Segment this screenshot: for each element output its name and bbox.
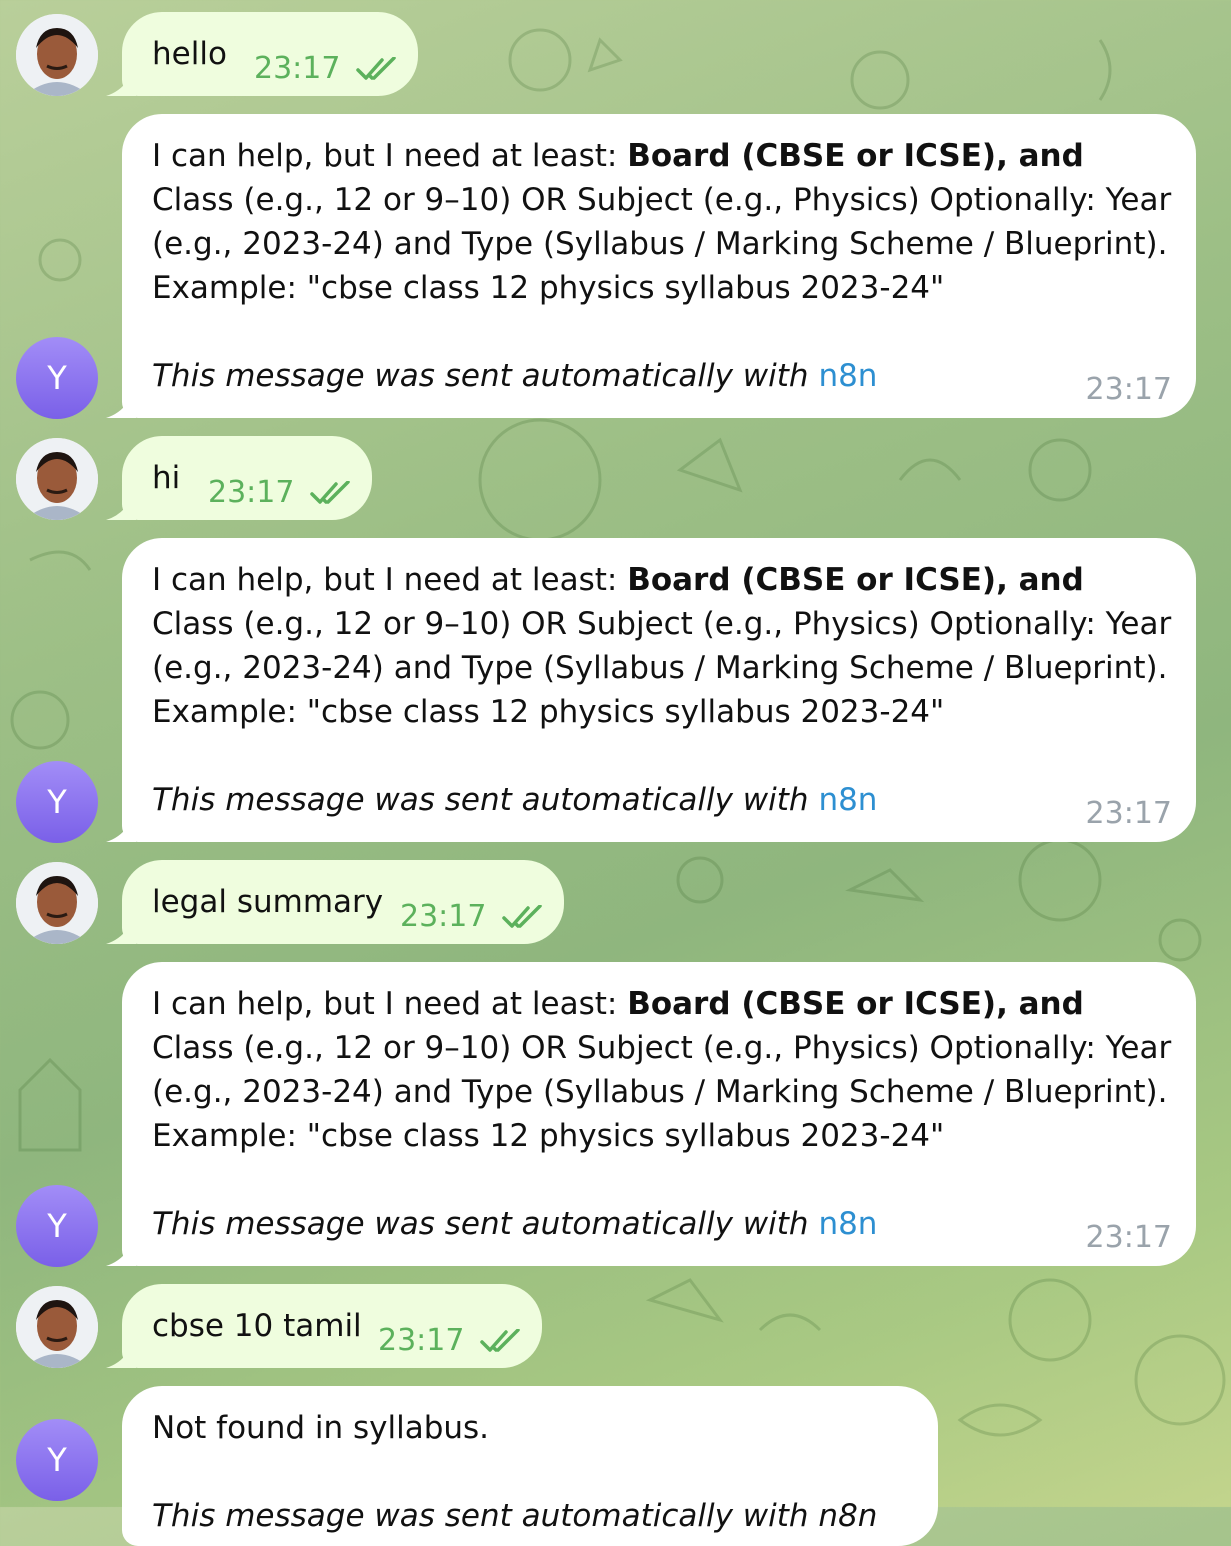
double-check-icon [480, 1329, 521, 1352]
message-time: 23:17 [1085, 1220, 1172, 1255]
auto-message-note: This message was sent automatically with… [152, 1498, 878, 1534]
bubble-tail [106, 1236, 136, 1266]
message-text: Not found in syllabus. [152, 1410, 490, 1446]
message-text: I can help, but I need at least: Board (… [152, 986, 1172, 1154]
message-bubble-outgoing[interactable]: legal summary 23:17 [122, 860, 564, 944]
message-bubble-incoming[interactable]: Not found in syllabus. This message was … [122, 1386, 938, 1546]
n8n-link[interactable]: n8n [818, 1206, 877, 1242]
bubble-tail [106, 388, 136, 418]
user-avatar[interactable] [16, 1286, 98, 1368]
bubble-tail [106, 1338, 136, 1368]
user-avatar[interactable] [16, 438, 98, 520]
message-time: 23:17 [1085, 796, 1172, 831]
auto-message-note: This message was sent automatically with… [152, 358, 878, 394]
user-avatar[interactable] [16, 862, 98, 944]
message-bubble-outgoing[interactable]: hi 23:17 [122, 436, 372, 520]
auto-message-note: This message was sent automatically with… [152, 782, 878, 818]
message-bubble-incoming[interactable]: I can help, but I need at least: Board (… [122, 114, 1196, 418]
message-time: 23:17 [378, 1323, 465, 1358]
user-avatar-photo [16, 438, 98, 520]
bubble-tail [106, 66, 136, 96]
n8n-link[interactable]: n8n [818, 358, 877, 394]
user-avatar[interactable] [16, 14, 98, 96]
auto-message-note: This message was sent automatically with… [152, 1206, 878, 1242]
bubble-tail [106, 914, 136, 944]
message-bubble-incoming[interactable]: I can help, but I need at least: Board (… [122, 962, 1196, 1266]
bot-avatar[interactable]: Y [16, 1419, 98, 1501]
message-time: 23:17 [208, 475, 295, 510]
message-text: cbse 10 tamil [152, 1308, 362, 1344]
message-text: I can help, but I need at least: Board (… [152, 138, 1172, 306]
message-time: 23:17 [400, 899, 487, 934]
user-avatar-photo [16, 1286, 98, 1368]
bubble-tail [106, 812, 136, 842]
bot-avatar[interactable]: Y [16, 337, 98, 419]
message-time: 23:17 [1085, 372, 1172, 407]
message-time: 23:17 [254, 51, 341, 86]
n8n-link[interactable]: n8n [818, 782, 877, 818]
user-avatar-photo [16, 14, 98, 96]
double-check-icon [356, 57, 397, 80]
bot-avatar[interactable]: Y [16, 761, 98, 843]
double-check-icon [502, 905, 543, 928]
user-avatar-photo [16, 862, 98, 944]
double-check-icon [310, 481, 351, 504]
bot-avatar[interactable]: Y [16, 1185, 98, 1267]
bubble-tail [106, 490, 136, 520]
message-text: legal summary [152, 884, 384, 920]
message-text: hi [152, 460, 181, 496]
message-text: hello [152, 36, 227, 72]
message-text: I can help, but I need at least: Board (… [152, 562, 1172, 730]
message-bubble-incoming[interactable]: I can help, but I need at least: Board (… [122, 538, 1196, 842]
message-bubble-outgoing[interactable]: cbse 10 tamil 23:17 [122, 1284, 542, 1368]
message-bubble-outgoing[interactable]: hello 23:17 [122, 12, 418, 96]
